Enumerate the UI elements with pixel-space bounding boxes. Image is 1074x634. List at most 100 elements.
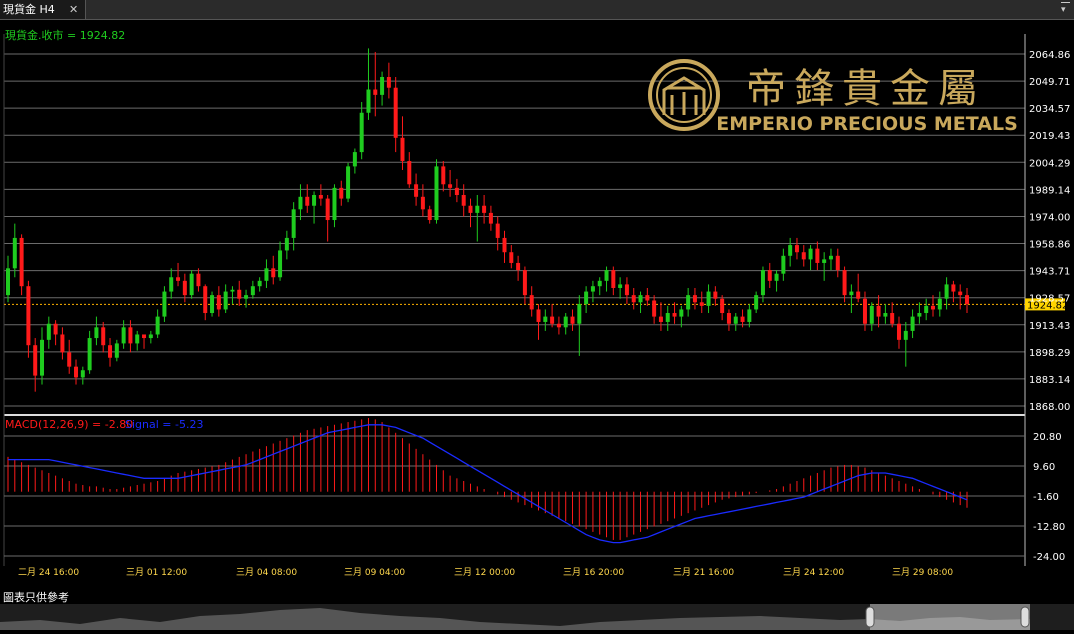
candle-body [828,255,833,260]
disclaimer-text: 圖表只供參考 [3,591,69,604]
scrollbar-right-handle[interactable] [1020,606,1030,628]
candle-body [278,250,283,278]
signal-label: Signal = -5.23 [125,418,203,431]
candle-body [339,187,344,199]
macd-label: MACD(12,26,9) = -2.80 [5,418,133,431]
price-tick-label: 1943.71 [1029,267,1070,278]
candle-body [869,305,874,324]
candle-body [420,196,425,210]
macd-tick-label: -12.80 [1033,522,1065,533]
candle-body [67,352,72,367]
price-tick-label: 1883.14 [1029,375,1070,386]
candle-body [618,284,623,288]
candle-body [652,300,657,317]
candle-body [638,295,643,303]
candle-body [522,270,527,296]
scrollbar-left-handle[interactable] [865,606,875,628]
candle-body [842,270,847,296]
chevron-down-icon[interactable]: ▾ [1061,2,1070,15]
candle-body [298,196,303,210]
candle-body [74,366,79,378]
candle-body [162,291,167,317]
candle-body [706,291,711,306]
candle-body [468,205,473,213]
candle-body [318,195,323,199]
price-tick-label: 1989.14 [1029,185,1070,196]
candle-body [794,245,799,253]
candle-body [835,255,840,271]
chart-tab[interactable]: 現貨金 H4 ✕ [0,0,86,19]
candle-body [930,305,935,310]
candle-body [223,291,228,310]
time-tick-label: 三月 09 04:00 [344,567,405,578]
candle-body [631,295,636,303]
price-tick-label: 1958.86 [1029,240,1070,251]
candle-body [46,323,51,340]
watermark-name-chinese: 帝鋒貴金屬 [746,66,986,112]
candle-body [284,237,289,251]
candle-body [216,295,221,310]
candle-body [563,316,568,328]
candle-body [597,280,602,287]
candle-body [699,302,704,306]
candle-body [679,309,684,317]
price-chart[interactable]: 帝鋒貴金屬 EMPERIO PRECIOUS METALS 1924.82 現貨… [0,20,1074,604]
candle-body [53,323,58,335]
candle-body [958,291,963,296]
candle-body [862,298,867,324]
candle-body [6,268,10,296]
tab-title: 現貨金 H4 [3,3,55,16]
candle-body [924,305,929,314]
candle-body [400,137,405,162]
candle-body [740,316,745,322]
price-tick-label: 2034.57 [1029,104,1070,115]
candle-body [550,316,555,324]
candle-body [441,166,446,185]
candle-body [543,316,548,322]
scrollbar-preview [0,604,1030,630]
candle-body [611,270,616,288]
candle-body [910,316,915,331]
candle-body [890,313,895,324]
candle-body [951,284,956,292]
price-tick-label: 2049.71 [1029,77,1070,88]
time-tick-label: 三月 21 16:00 [673,567,734,578]
candle-body [346,166,351,199]
price-tick-label: 2004.29 [1029,158,1070,169]
macd-tick-label: 20.80 [1033,432,1062,443]
candle-body [604,270,609,281]
candle-body [686,295,691,310]
candle-body [142,334,147,339]
candle-body [230,289,235,292]
price-tick-label: 1898.29 [1029,348,1070,359]
price-tick-label: 2064.86 [1029,50,1070,61]
candle-body [502,237,507,253]
close-icon[interactable]: ✕ [69,0,78,19]
candle-body [788,245,793,256]
candle-body [203,286,208,314]
candle-body [60,334,65,353]
candle-body [475,205,480,213]
candle-body [87,338,92,371]
price-tick-label: 1913.43 [1029,321,1070,332]
candle-body [135,334,140,344]
candle-body [359,112,364,153]
candle-body [645,295,650,301]
price-tick-label: 2019.43 [1029,131,1070,142]
candle-body [767,270,772,281]
candle-body [332,187,337,221]
candle-body [876,305,881,317]
candle-body [461,195,466,206]
time-tick-label: 三月 01 12:00 [126,567,187,578]
candle-body [822,259,827,263]
time-tick-label: 三月 04 08:00 [236,567,297,578]
candle-body [312,195,317,206]
chart-scrollbar[interactable] [0,604,1074,630]
candle-body [917,313,922,317]
candle-body [495,223,500,238]
price-tick-label: 1868.00 [1029,402,1070,413]
candle-body [692,295,697,303]
candle-body [720,298,725,314]
candle-body [366,89,371,113]
candle-body [590,286,595,292]
